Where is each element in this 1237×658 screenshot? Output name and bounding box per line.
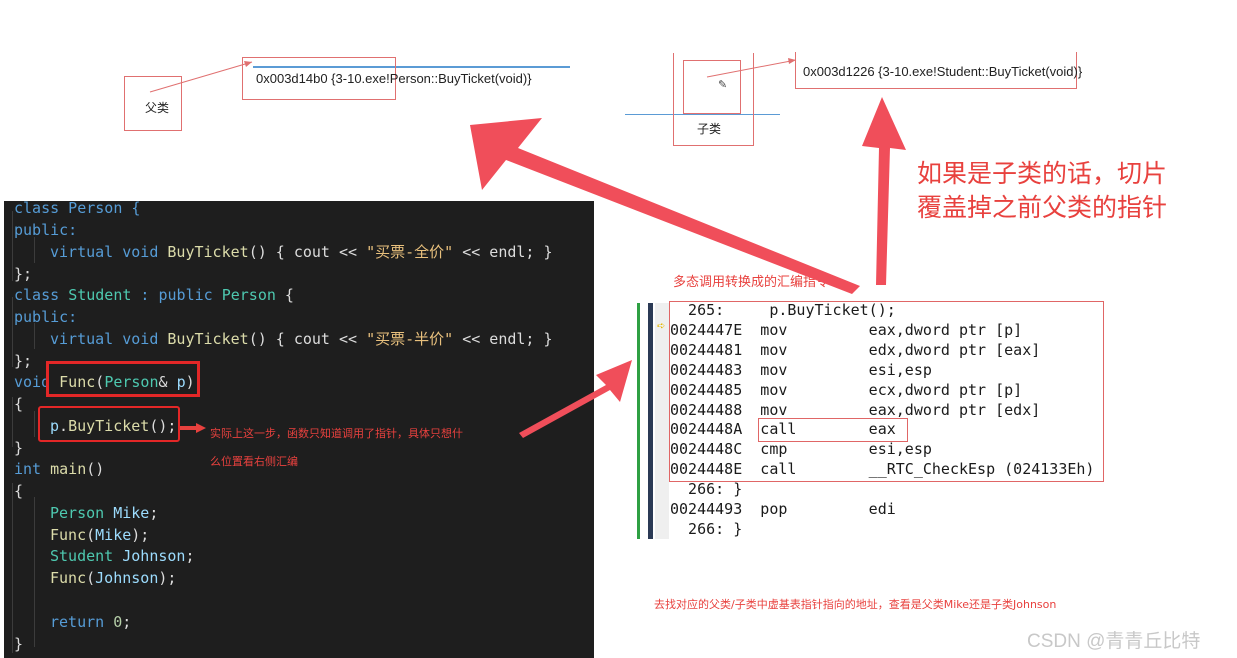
parent-pointer-line (149, 61, 253, 93)
big-arrow-to-parent (470, 118, 860, 294)
arrow-to-asm (519, 360, 632, 438)
note-pointer-arrow (180, 423, 206, 433)
parent-pointer-arrowhead (244, 61, 252, 67)
big-arrow-to-child (862, 97, 906, 285)
child-pointer-arrowhead (788, 58, 796, 64)
child-pointer-line (706, 59, 797, 78)
arrows-layer (149, 58, 906, 438)
